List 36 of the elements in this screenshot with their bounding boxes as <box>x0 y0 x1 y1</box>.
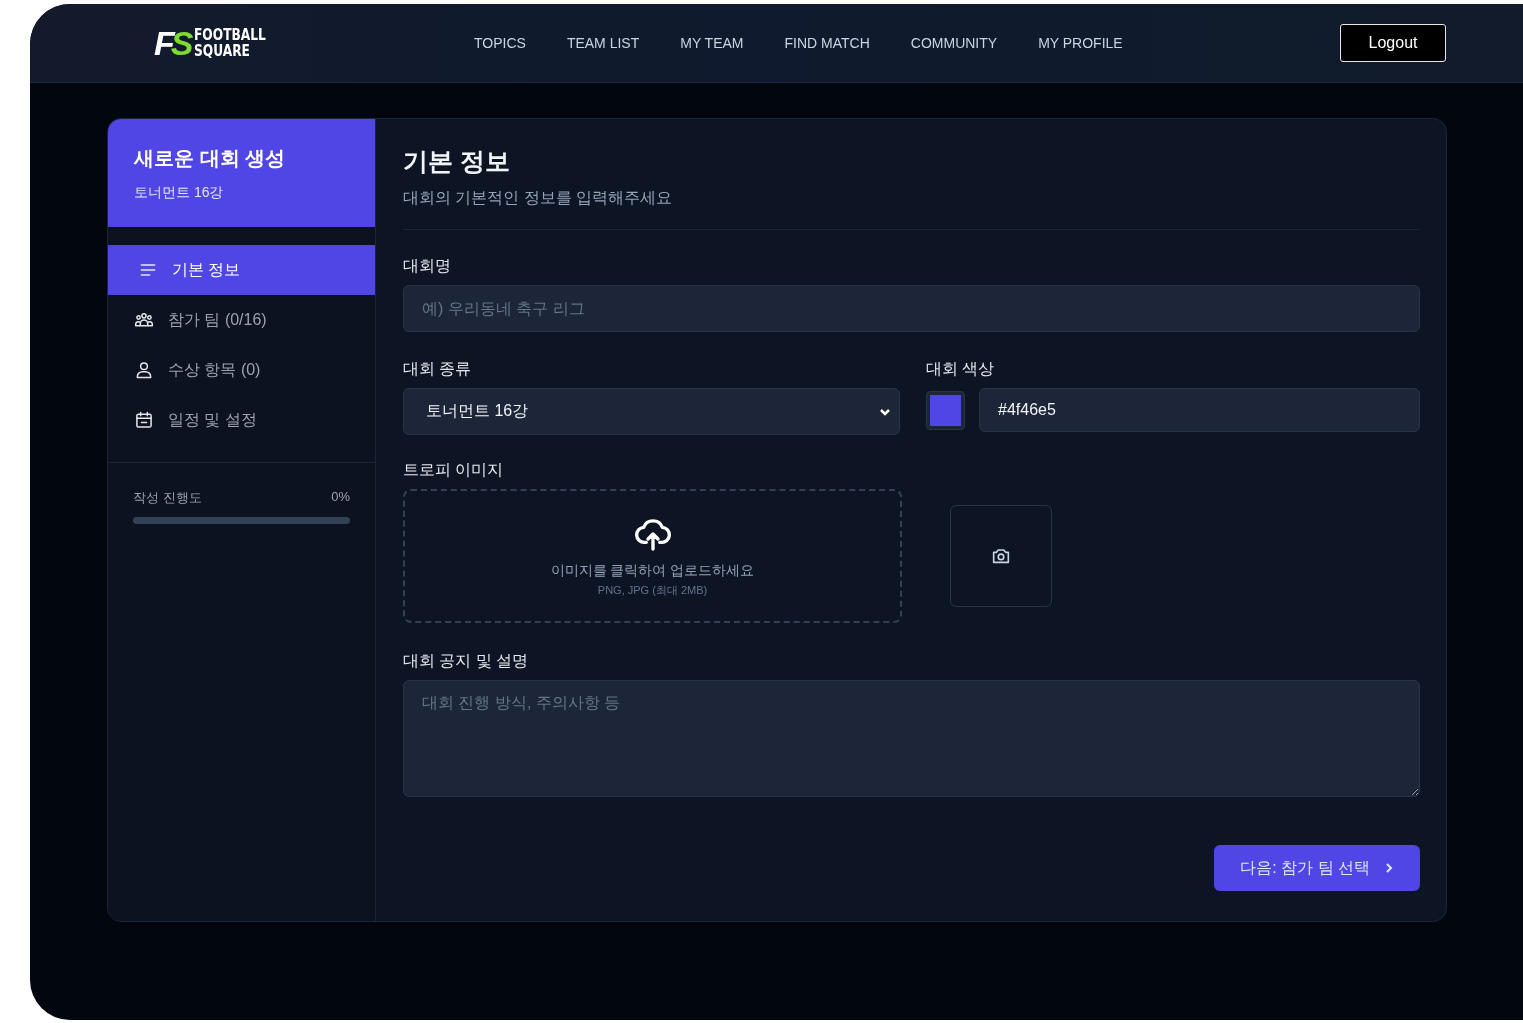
logout-button[interactable]: Logout <box>1340 24 1446 62</box>
progress-reading: 0% <box>331 489 350 506</box>
field-label: 대회 종류 <box>403 359 473 379</box>
sidebar-subtitle: 토너먼트 16강 <box>134 184 225 202</box>
upload-area[interactable]: 이미지를 클릭하여 업로드하세요 PNG, JPG (최대 2MB) <box>403 489 902 623</box>
field-label: 대회명 <box>403 256 452 276</box>
nav-link[interactable]: COMMUNITY <box>910 35 998 51</box>
section-subtitle: 대회의 기본적인 정보를 입력해주세요 <box>403 188 674 208</box>
chevron-icon <box>1384 863 1394 873</box>
nav-link[interactable]: TEAM LIST <box>566 35 640 51</box>
users-icon <box>134 310 154 330</box>
name-field[interactable]: 예) 우리동네 축구 리그 <box>403 285 1420 332</box>
sidebar-item[interactable]: 기본 정보 <box>108 245 375 295</box>
sidebar-title: 새로운 대회 생성 <box>134 146 287 171</box>
upload-text: 이미지를 클릭하여 업로드하세요 <box>550 562 755 580</box>
sidebar-item[interactable]: 수상 항목 (0) <box>108 345 375 395</box>
progress-label: 작성 진행도 <box>133 489 202 507</box>
field-label: 트로피 이미지 <box>403 460 505 480</box>
calendar-icon <box>134 410 154 430</box>
sidebar-item[interactable]: 일정 및 설정 <box>108 395 375 445</box>
logo-mark[interactable]: FS <box>154 26 190 60</box>
next-button[interactable]: 다음: 참가 팀 선택 <box>1214 845 1420 891</box>
field-label: 대회 색상 <box>926 359 996 379</box>
sidebar-item[interactable]: 참가 팀 (0/16) <box>108 295 375 345</box>
nav-link[interactable]: FIND MATCH <box>784 35 870 51</box>
field-label: 대회 공지 및 설명 <box>403 651 530 671</box>
section-title: 기본 정보 <box>403 146 511 177</box>
type-select[interactable]: 토너먼트 16강 <box>403 388 900 435</box>
logo-text[interactable]: FOOTBALL SQUARE <box>194 27 267 59</box>
nav-link[interactable]: TOPICS <box>474 35 526 51</box>
user-icon <box>134 360 154 380</box>
description-field[interactable]: 대회 진행 방식, 주의사항 등 <box>403 680 1420 797</box>
upload-hint: PNG, JPG (최대 2MB) <box>597 583 708 598</box>
color-field[interactable]: #4f46e5 <box>979 388 1420 432</box>
nav-link[interactable]: MY PROFILE <box>1038 35 1123 51</box>
nav-link[interactable]: MY TEAM <box>680 35 744 51</box>
